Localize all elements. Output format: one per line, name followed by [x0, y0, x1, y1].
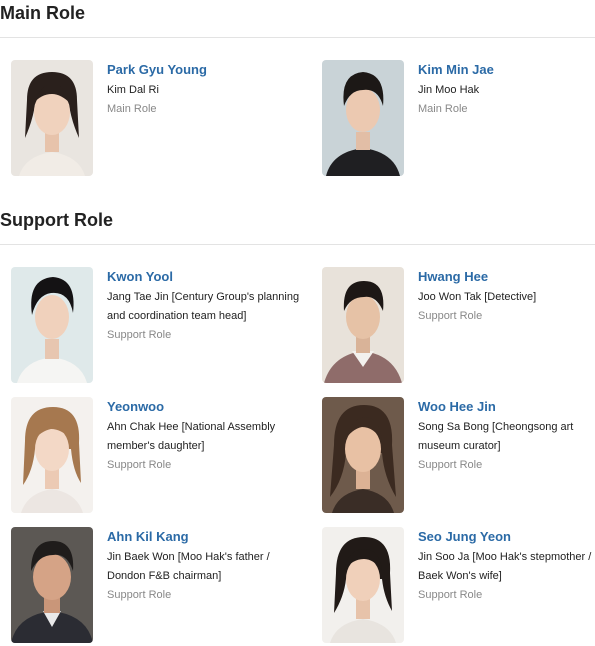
character-name: Jin Soo Ja [Moo Hak's stepmother / Baek … — [418, 551, 592, 582]
actor-name-link[interactable]: Kwon Yool — [107, 268, 303, 286]
actor-photo[interactable] — [322, 397, 404, 513]
actor-photo[interactable] — [322, 527, 404, 643]
role-label: Support Role — [418, 459, 483, 471]
section-title-main: Main Role — [0, 3, 86, 23]
actor-name-link[interactable]: Seo Jung Yeon — [418, 528, 595, 546]
role-label: Support Role — [418, 310, 483, 322]
actor-name-link[interactable]: Yeonwoo — [107, 398, 303, 416]
cast-card-woo-hee-jin: Woo Hee Jin Song Sa Bong [Cheongsong art… — [322, 397, 595, 513]
character-name: Jin Baek Won [Moo Hak's father / Dondon … — [107, 551, 270, 582]
role-label: Support Role — [107, 329, 172, 341]
cast-card-seo-jung-yeon: Seo Jung Yeon Jin Soo Ja [Moo Hak's step… — [322, 527, 595, 643]
role-label: Main Role — [418, 103, 468, 115]
character-name: Jin Moo Hak — [418, 84, 480, 96]
portrait-icon — [11, 527, 93, 643]
actor-photo[interactable] — [11, 397, 93, 513]
section-divider — [0, 244, 595, 245]
actor-photo[interactable] — [11, 267, 93, 383]
role-label: Support Role — [107, 589, 172, 601]
role-label: Support Role — [418, 589, 483, 601]
character-name: Kim Dal Ri — [107, 84, 159, 96]
character-name: Song Sa Bong [Cheongsong art museum cura… — [418, 421, 574, 452]
section-divider — [0, 37, 595, 38]
cast-card-kim-min-jae: Kim Min Jae Jin Moo Hak Main Role — [322, 60, 595, 176]
cast-card-ahn-kil-kang: Ahn Kil Kang Jin Baek Won [Moo Hak's fat… — [11, 527, 301, 643]
character-name: Joo Won Tak [Detective] — [418, 291, 537, 303]
cast-card-kwon-yool: Kwon Yool Jang Tae Jin [Century Group's … — [11, 267, 301, 383]
cast-card-hwang-hee: Hwang Hee Joo Won Tak [Detective] Suppor… — [322, 267, 595, 383]
portrait-icon — [322, 527, 404, 643]
actor-name-link[interactable]: Hwang Hee — [418, 268, 595, 286]
section-title-support: Support Role — [0, 210, 113, 230]
actor-name-link[interactable]: Ahn Kil Kang — [107, 528, 303, 546]
portrait-icon — [322, 397, 404, 513]
portrait-icon — [11, 397, 93, 513]
character-name: Jang Tae Jin [Century Group's planning a… — [107, 291, 300, 322]
actor-photo[interactable] — [322, 60, 404, 176]
cast-card-park-gyu-young: Park Gyu Young Kim Dal Ri Main Role — [11, 60, 301, 176]
actor-photo[interactable] — [11, 60, 93, 176]
character-name: Ahn Chak Hee [National Assembly member's… — [107, 421, 276, 452]
actor-photo[interactable] — [11, 527, 93, 643]
actor-photo[interactable] — [322, 267, 404, 383]
portrait-icon — [322, 60, 404, 176]
actor-name-link[interactable]: Park Gyu Young — [107, 61, 303, 79]
actor-name-link[interactable]: Woo Hee Jin — [418, 398, 595, 416]
portrait-icon — [11, 60, 93, 176]
role-label: Support Role — [107, 459, 172, 471]
actor-name-link[interactable]: Kim Min Jae — [418, 61, 595, 79]
portrait-icon — [322, 267, 404, 383]
cast-card-yeonwoo: Yeonwoo Ahn Chak Hee [National Assembly … — [11, 397, 301, 513]
portrait-icon — [11, 267, 93, 383]
role-label: Main Role — [107, 103, 157, 115]
